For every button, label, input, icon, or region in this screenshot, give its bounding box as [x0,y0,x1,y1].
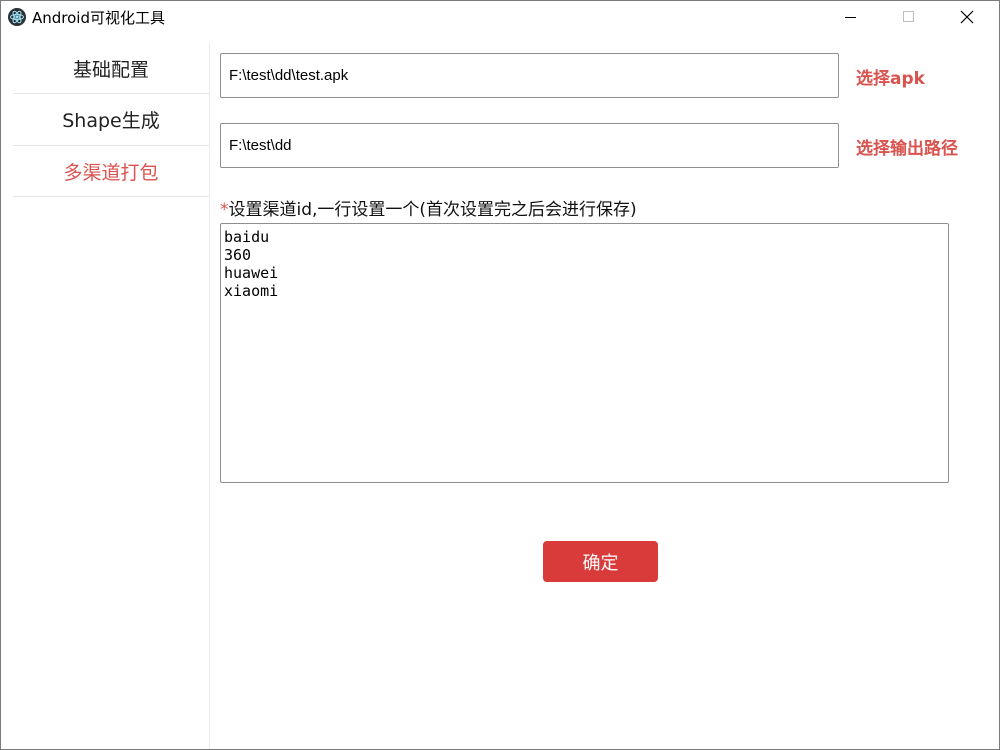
select-output-path-button[interactable]: 选择输出路径 [856,134,958,159]
select-apk-button[interactable]: 选择apk [856,64,925,89]
output-path-input[interactable] [220,123,839,168]
minimize-button[interactable] [828,1,874,33]
sidebar-item-basic-config[interactable]: 基础配置 [13,43,209,94]
sidebar: 基础配置 Shape生成 多渠道打包 [1,43,210,749]
minimize-icon [845,17,856,18]
confirm-button[interactable]: 确定 [543,541,658,582]
maximize-button[interactable] [886,1,932,33]
sidebar-item-multi-channel[interactable]: 多渠道打包 [13,146,209,197]
electron-app-icon [8,8,26,26]
sidebar-item-shape-generate[interactable]: Shape生成 [13,94,209,146]
channel-ids-label: *设置渠道id,一行设置一个(首次设置完之后会进行保存) [220,195,637,220]
title-bar: Android可视化工具 [1,1,999,34]
channel-ids-textarea[interactable]: baidu 360 huawei xiaomi [220,223,949,483]
app-window: Android可视化工具 基础配置 Shape生成 多渠道打包 选择apk 选择… [0,0,1000,750]
window-title: Android可视化工具 [32,9,165,27]
required-mark: * [220,200,229,220]
close-icon [960,10,974,24]
close-button[interactable] [944,1,990,33]
maximize-icon [903,11,914,22]
channel-ids-label-text: 设置渠道id,一行设置一个(首次设置完之后会进行保存) [228,200,637,220]
apk-path-input[interactable] [220,53,839,98]
